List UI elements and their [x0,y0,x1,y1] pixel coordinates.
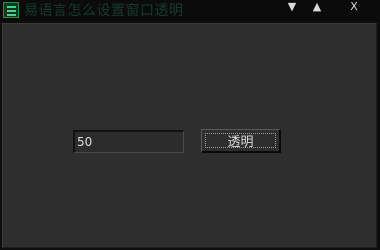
client-area [2,23,377,248]
window-title: 易语言怎么设置窗口透明 [24,3,184,19]
transparency-button[interactable]: 透明 [201,129,281,153]
close-icon[interactable]: X [344,0,364,14]
transparency-value-input[interactable] [73,130,184,153]
transparency-button-label: 透明 [205,133,276,150]
title-bar[interactable]: 易语言怎么设置窗口透明 ▼ ▲ X [0,0,380,22]
app-icon [3,2,19,18]
minimize-icon[interactable]: ▼ [282,0,302,14]
maximize-icon[interactable]: ▲ [307,0,327,14]
app-window: 易语言怎么设置窗口透明 ▼ ▲ X 透明 [0,0,380,250]
